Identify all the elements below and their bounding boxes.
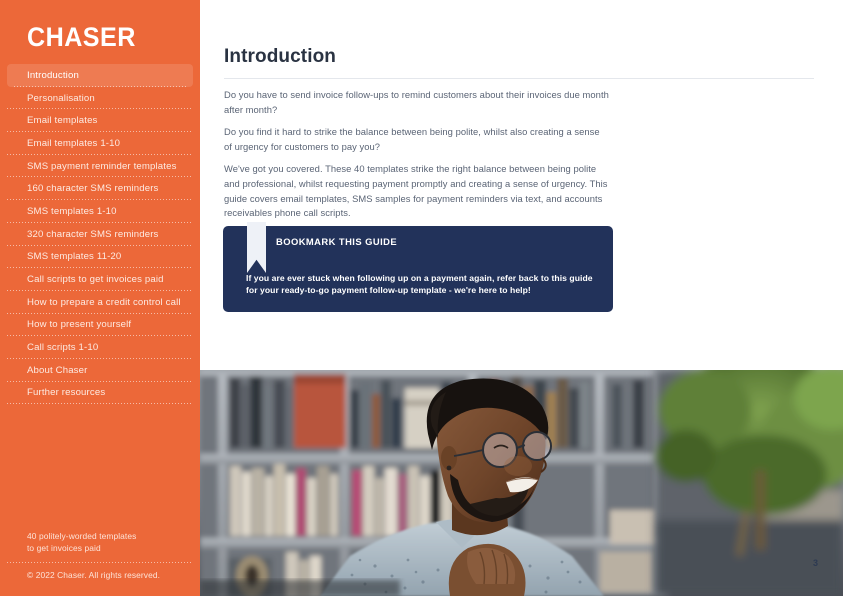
body-paragraph: Do you have to send invoice follow-ups t… xyxy=(224,89,609,115)
title-divider xyxy=(224,78,814,79)
sidebar-item-label: Call scripts to get invoices paid xyxy=(27,274,164,286)
bookmark-callout: BOOKMARK THIS GUIDE If you are ever stuc… xyxy=(223,222,613,312)
sidebar-item-call-scripts-to-get-invoices-paid[interactable]: Call scripts to get invoices paid xyxy=(0,268,200,291)
sidebar-item-call-scripts-1-10[interactable]: Call scripts 1-10 xyxy=(0,336,200,359)
hero-photo xyxy=(200,370,843,596)
body-paragraph: We've got you covered. These 40 template… xyxy=(224,163,608,219)
sidebar-item-label: SMS templates 1-10 xyxy=(27,205,117,217)
sidebar-item-sms-payment-reminder-templates[interactable]: SMS payment reminder templates xyxy=(0,155,200,178)
sidebar-item-label: How to prepare a credit control call xyxy=(27,296,181,308)
sidebar-item-sms-templates-11-20[interactable]: SMS templates 11-20 xyxy=(0,246,200,269)
sidebar-item-label: Introduction xyxy=(27,69,79,81)
body-paragraph: Do you find it hard to strike the balanc… xyxy=(224,126,600,152)
sidebar-footer: 40 politely-worded templates to get invo… xyxy=(0,530,200,580)
page-number: 3 xyxy=(812,558,818,568)
sidebar: CHASER Introduction Personalisation Email … xyxy=(0,0,200,596)
bookmark-body: If you are ever stuck when following up … xyxy=(246,273,593,296)
sidebar-item-introduction[interactable]: Introduction xyxy=(7,64,193,87)
body-copy: Do you have to send invoice follow-ups t… xyxy=(224,88,610,229)
footer-tagline-line1: 40 politely-worded templates xyxy=(27,531,137,541)
sidebar-item-label: SMS payment reminder templates xyxy=(27,160,177,172)
sidebar-item-label: Email templates xyxy=(27,115,98,127)
sidebar-item-personalisation[interactable]: Personalisation xyxy=(0,87,200,110)
bookmark-ribbon-icon xyxy=(247,222,266,273)
sidebar-item-label: Email templates 1-10 xyxy=(27,137,121,149)
sidebar-nav-list: Introduction Personalisation Email templat… xyxy=(0,64,200,405)
sidebar-item-email-templates-1-10[interactable]: Email templates 1-10 xyxy=(0,132,200,155)
sidebar-item-160-character-sms-reminders[interactable]: 160 character SMS reminders xyxy=(0,177,200,200)
sidebar-item-email-templates[interactable]: Email templates xyxy=(0,109,200,132)
brand-logo[interactable]: CHASER xyxy=(27,24,136,51)
sidebar-item-label: Further resources xyxy=(27,387,106,399)
sidebar-item-label: Personalisation xyxy=(27,92,95,104)
sidebar-item-label: How to present yourself xyxy=(27,319,132,331)
bookmark-heading: BOOKMARK THIS GUIDE xyxy=(276,236,398,247)
footer-copyright: © 2022 Chaser. All rights reserved. xyxy=(27,570,161,580)
footer-divider xyxy=(7,562,193,563)
sidebar-item-label: 160 character SMS reminders xyxy=(27,183,159,195)
sidebar-item-label: SMS templates 11-20 xyxy=(27,251,122,263)
sidebar-item-about-chaser[interactable]: About Chaser xyxy=(0,359,200,382)
sidebar-item-label: Call scripts 1-10 xyxy=(27,342,99,354)
sidebar-item-320-character-sms-reminders[interactable]: 320 character SMS reminders xyxy=(0,223,200,246)
sidebar-item-how-to-present-yourself[interactable]: How to present yourself xyxy=(0,314,200,337)
guide-page: CHASER Introduction Personalisation Email … xyxy=(0,0,843,596)
footer-tagline-line2: to get invoices paid xyxy=(27,543,101,553)
sidebar-item-label: About Chaser xyxy=(27,364,88,376)
sidebar-item-label: 320 character SMS reminders xyxy=(27,228,159,240)
page-title: Introduction xyxy=(224,46,337,67)
sidebar-item-how-to-prepare-a-credit-control-call[interactable]: How to prepare a credit control call xyxy=(0,291,200,314)
sidebar-item-further-resources[interactable]: Further resources xyxy=(0,382,200,405)
main-content: Introduction Do you have to send invoice… xyxy=(200,0,843,596)
sidebar-item-sms-templates-1-10[interactable]: SMS templates 1-10 xyxy=(0,200,200,223)
